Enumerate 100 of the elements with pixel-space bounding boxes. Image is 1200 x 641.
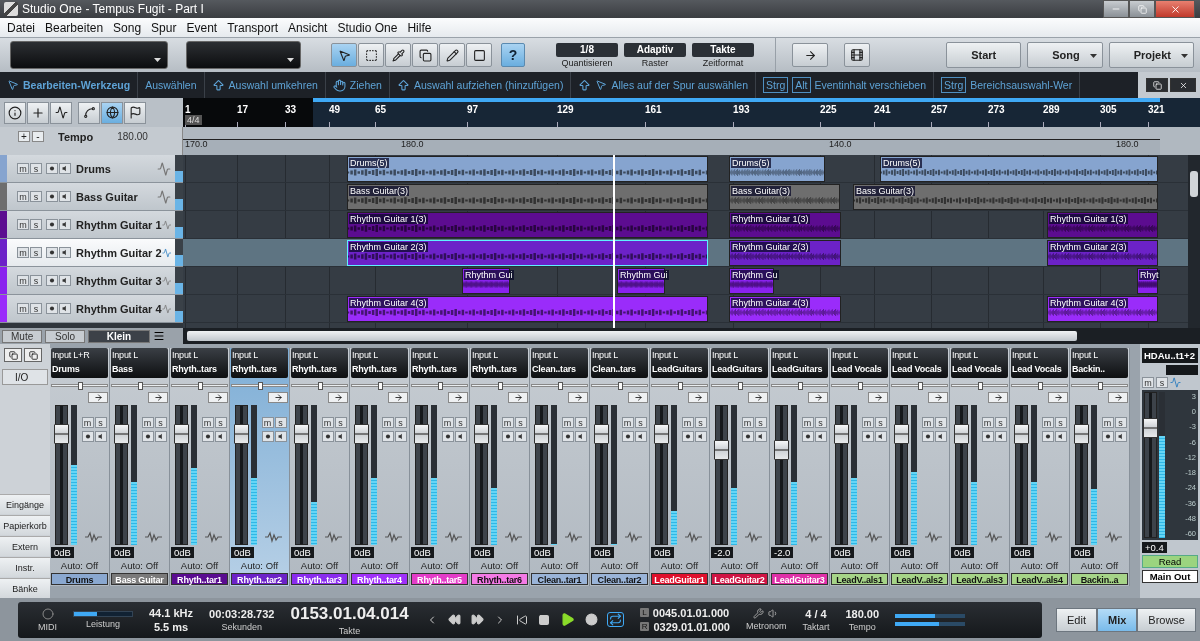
help-button[interactable]: ?	[501, 43, 525, 67]
mixer-channel[interactable]: Input L Rhyth..tars m s 0dB Auto: Off Rhyth..tar3	[290, 348, 350, 586]
menu-item[interactable]: Song	[108, 20, 147, 35]
speaker-icon[interactable]	[394, 431, 407, 442]
tool-button[interactable]	[466, 43, 492, 67]
record-icon[interactable]	[1101, 431, 1114, 442]
channel-toggle[interactable]: s	[454, 417, 467, 428]
pan-slider[interactable]	[171, 383, 228, 387]
speaker-icon[interactable]	[874, 431, 887, 442]
zoom-out-button[interactable]: -	[32, 131, 44, 142]
speaker-icon[interactable]	[94, 431, 107, 442]
menu-item[interactable]: Transport	[222, 20, 284, 35]
speaker-icon[interactable]	[59, 275, 71, 286]
mixer-channel[interactable]: Input L LeadGuitars m s -2.0 Auto: Off LeadGuitar2	[710, 348, 770, 586]
mixer-channel[interactable]: Input L LeadGuitars m s -2.0 Auto: Off LeadGuitar3	[770, 348, 830, 586]
mixer-channel[interactable]: Input L Clean..tars m s 0dB Auto: Off Clean..tar1	[530, 348, 590, 586]
speaker-icon[interactable]	[814, 431, 827, 442]
audio-clip[interactable]: Bass Guitar(3)	[729, 184, 840, 210]
track-header[interactable]: m s Rhythm Guitar 4	[0, 295, 183, 323]
video-button[interactable]	[844, 43, 870, 67]
fader-handle[interactable]	[834, 424, 849, 444]
track-toggle[interactable]: m	[17, 247, 29, 258]
audio-clip[interactable]: Drums(5)	[880, 156, 1158, 182]
channel-toggle[interactable]: m	[801, 417, 814, 428]
speaker-icon[interactable]	[59, 219, 71, 230]
maximize-button[interactable]	[1129, 0, 1155, 18]
channel-toggle[interactable]: s	[214, 417, 227, 428]
loop-button[interactable]	[606, 612, 624, 627]
zoom-in-button[interactable]: +	[18, 131, 30, 142]
add-track-button[interactable]	[27, 101, 49, 124]
record-icon[interactable]	[621, 431, 634, 442]
vertical-scrollbar[interactable]	[1188, 155, 1200, 328]
record-icon[interactable]	[441, 431, 454, 442]
route-button[interactable]	[628, 392, 648, 403]
tool-button[interactable]	[385, 43, 411, 67]
horizontal-scrollbar[interactable]	[183, 328, 1200, 344]
channel-toggle[interactable]: m	[261, 417, 274, 428]
track-toggle[interactable]: m	[17, 191, 29, 202]
return-to-start-button[interactable]	[514, 613, 529, 626]
tool-button[interactable]	[439, 43, 465, 67]
side-button[interactable]: Instr.	[0, 557, 50, 577]
channel-toggle[interactable]: s	[274, 417, 287, 428]
automation-button[interactable]: Auto: Off	[531, 560, 588, 571]
info-button[interactable]	[4, 101, 26, 124]
audio-clip[interactable]: Rhythm Guitar 1(3)	[729, 212, 841, 238]
channel-toggle[interactable]: m	[321, 417, 334, 428]
channel-toggle[interactable]: m	[861, 417, 874, 428]
audio-clip[interactable]: Rhyt	[1137, 268, 1158, 294]
channel-toggle[interactable]: s	[694, 417, 707, 428]
speaker-icon[interactable]	[154, 431, 167, 442]
channel-toggle[interactable]: m	[501, 417, 514, 428]
fader-handle[interactable]	[54, 424, 69, 444]
fader-handle[interactable]	[954, 424, 969, 444]
audio-clip[interactable]: Rhythm Guitar 1(3)	[1047, 212, 1158, 238]
automation-button[interactable]: Auto: Off	[651, 560, 708, 571]
automation-button[interactable]: Auto: Off	[951, 560, 1008, 571]
record-icon[interactable]	[981, 431, 994, 442]
menu-item[interactable]: Datei	[2, 20, 40, 35]
record-icon[interactable]	[81, 431, 94, 442]
solo-button[interactable]: Solo	[45, 329, 85, 343]
menu-item[interactable]: Studio One	[332, 20, 403, 35]
record-icon[interactable]	[46, 275, 58, 286]
automation-button[interactable]: Auto: Off	[711, 560, 768, 571]
side-button[interactable]: Papierkorb	[0, 515, 50, 535]
audio-clip[interactable]: Bass Guitar(3)	[347, 184, 708, 210]
track-toggle[interactable]: s	[30, 247, 42, 258]
track-toggle[interactable]: m	[17, 303, 29, 314]
route-button[interactable]	[388, 392, 408, 403]
side-button[interactable]: Extern	[0, 536, 50, 556]
record-icon[interactable]	[201, 431, 214, 442]
speaker-icon[interactable]	[934, 431, 947, 442]
speaker-icon[interactable]	[994, 431, 1007, 442]
channel-toggle[interactable]: m	[921, 417, 934, 428]
channel-toggle[interactable]: s	[874, 417, 887, 428]
speaker-icon[interactable]	[59, 191, 71, 202]
speaker-icon[interactable]	[214, 431, 227, 442]
track-toggle[interactable]: m	[17, 219, 29, 230]
channel-toggle[interactable]: m	[141, 417, 154, 428]
automation-button[interactable]: Auto: Off	[111, 560, 168, 571]
speaker-icon[interactable]	[514, 431, 527, 442]
route-button[interactable]	[268, 392, 288, 403]
mixer-channel[interactable]: Input L Lead Vocals m s 0dB Auto: Off LeadV..als1	[830, 348, 890, 586]
speaker-icon[interactable]	[59, 247, 71, 258]
audio-clip[interactable]: Rhythm Guitar 2(3)	[347, 240, 708, 266]
fader-handle[interactable]	[474, 424, 489, 444]
record-icon[interactable]	[681, 431, 694, 442]
side-button[interactable]: Bänke	[0, 578, 50, 598]
tool-button[interactable]	[331, 43, 357, 67]
mixer-channel[interactable]: Input L Lead Vocals m s 0dB Auto: Off LeadV..als4	[1010, 348, 1070, 586]
forward-button[interactable]	[469, 613, 485, 626]
speaker-icon[interactable]	[59, 303, 71, 314]
audio-clip[interactable]: Bass Guitar(3)	[853, 184, 1158, 210]
audio-clip[interactable]: Rhythm Guitar 2(3)	[729, 240, 841, 266]
track-header[interactable]: m s Drums	[0, 155, 183, 183]
audio-clip[interactable]: Drums(5)	[729, 156, 825, 182]
record-icon[interactable]	[261, 431, 274, 442]
automation-button[interactable]: Auto: Off	[471, 560, 528, 571]
mixer-channel[interactable]: Input L Lead Vocals m s 0dB Auto: Off LeadV..als2	[890, 348, 950, 586]
audio-clip[interactable]: Rhythm Guitar 1(3)	[347, 212, 708, 238]
channel-toggle[interactable]: s	[754, 417, 767, 428]
